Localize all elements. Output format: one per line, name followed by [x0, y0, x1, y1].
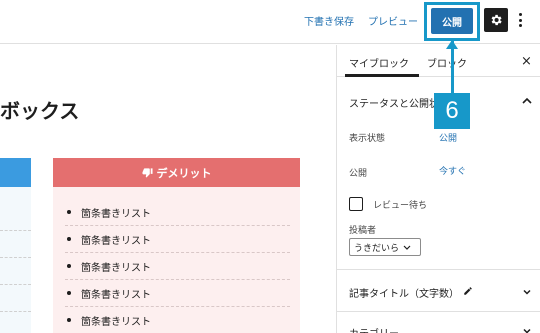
categories-panel-title[interactable]: カテゴリー — [349, 325, 399, 333]
demerit-box[interactable]: デメリット 箇条書きリスト 箇条書きリスト 箇条書きリスト 箇条書きリスト 箇条… — [53, 158, 300, 333]
divider — [337, 269, 540, 270]
publish-highlight-box — [424, 2, 480, 41]
pending-review-checkbox[interactable] — [349, 197, 363, 211]
list-item[interactable]: 箇条書きリスト — [65, 253, 290, 280]
visibility-label: 表示状態 — [349, 134, 386, 144]
divider — [0, 230, 31, 231]
merit-box-partial[interactable] — [0, 158, 31, 333]
pending-review-label: レビュー待ち — [373, 201, 428, 211]
bullet — [67, 264, 71, 268]
callout-arrow-icon — [446, 40, 458, 49]
author-label: 投稿者 — [349, 226, 377, 236]
chevron-down-icon — [403, 245, 411, 250]
gear-icon — [491, 14, 502, 26]
bullet — [67, 210, 71, 214]
save-draft-button[interactable]: 下書き保存 — [304, 13, 354, 28]
block-heading[interactable]: ボックス — [0, 95, 79, 124]
close-icon[interactable]: × — [521, 54, 532, 69]
settings-sidebar: マイブロック ブロック × ステータスと公開状 表示状態 公開 公開 今すぐ レ… — [336, 45, 540, 333]
chevron-up-icon[interactable] — [521, 95, 533, 107]
options-button[interactable] — [516, 10, 524, 30]
active-tab-indicator — [345, 74, 419, 77]
settings-button[interactable] — [484, 8, 508, 32]
step-number-badge: 6 — [434, 93, 470, 129]
thumbs-down-icon — [141, 168, 153, 178]
publish-time-label: 公開 — [349, 169, 368, 179]
title-count-panel-title[interactable]: 記事タイトル（文字数） — [349, 285, 459, 300]
list-item[interactable]: 箇条書きリスト — [65, 307, 290, 333]
tab-my-block[interactable]: マイブロック — [349, 55, 409, 70]
demerit-box-title: デメリット — [156, 166, 212, 180]
editor-canvas: ボックス デメリット 箇条書きリスト 箇条書きリスト 箇条書きリスト 箇条書きリ… — [0, 45, 336, 333]
kebab-icon — [518, 13, 522, 16]
preview-button[interactable]: プレビュー — [368, 13, 418, 28]
bullet — [67, 291, 71, 295]
demerit-list: 箇条書きリスト 箇条書きリスト 箇条書きリスト 箇条書きリスト 箇条書きリスト — [53, 187, 300, 333]
chevron-down-icon[interactable] — [522, 287, 532, 297]
merit-box-header — [0, 158, 31, 187]
divider — [0, 284, 31, 285]
divider — [337, 311, 540, 312]
divider — [0, 257, 31, 258]
pencil-icon — [464, 287, 472, 295]
visibility-value[interactable]: 公開 — [439, 131, 457, 144]
demerit-box-header: デメリット — [53, 158, 300, 187]
list-item[interactable]: 箇条書きリスト — [65, 280, 290, 307]
author-select[interactable]: うきだいら — [349, 238, 421, 256]
chevron-down-icon[interactable] — [522, 326, 532, 333]
publish-time-value[interactable]: 今すぐ — [439, 164, 466, 177]
divider — [0, 311, 31, 312]
list-item[interactable]: 箇条書きリスト — [65, 199, 290, 226]
list-item[interactable]: 箇条書きリスト — [65, 226, 290, 253]
bullet — [67, 318, 71, 322]
status-panel-title[interactable]: ステータスと公開状 — [349, 95, 439, 110]
tab-block[interactable]: ブロック — [427, 55, 467, 70]
sidebar-tabs: マイブロック ブロック × — [337, 45, 540, 77]
bullet — [67, 237, 71, 241]
